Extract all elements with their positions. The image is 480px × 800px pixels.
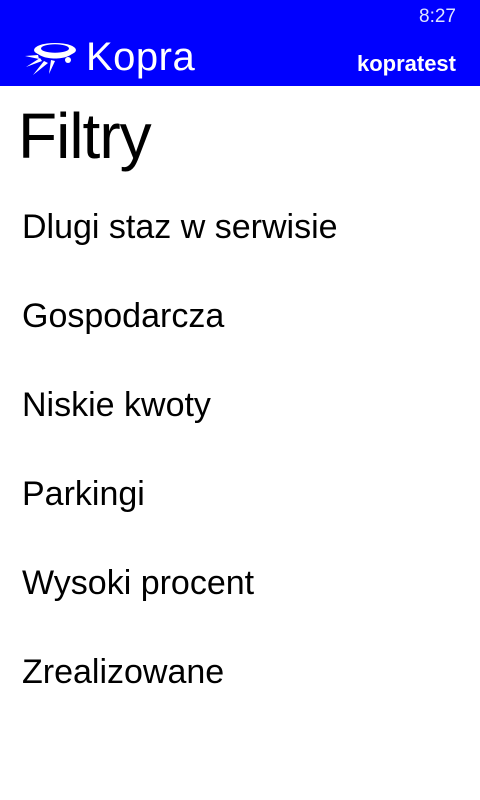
filter-list: Dlugi staz w serwisie Gospodarcza Niskie…: [0, 200, 480, 734]
filter-label: Parkingi: [22, 475, 145, 513]
filter-item-zrealizowane[interactable]: Zrealizowane: [0, 645, 480, 734]
filter-item-dlugi-staz-w-serwisie[interactable]: Dlugi staz w serwisie: [0, 200, 480, 289]
filter-label: Dlugi staz w serwisie: [22, 208, 338, 246]
app-brand: Kopra: [24, 32, 195, 82]
filter-item-wysoki-procent[interactable]: Wysoki procent: [0, 556, 480, 645]
filter-label: Zrealizowane: [22, 653, 225, 691]
app-header: 8:27 Kopra kopratest: [0, 0, 480, 86]
filter-item-parkingi[interactable]: Parkingi: [0, 467, 480, 556]
filter-label: Gospodarcza: [22, 297, 225, 335]
username-label: kopratest: [356, 51, 456, 76]
filter-item-niskie-kwoty[interactable]: Niskie kwoty: [0, 378, 480, 467]
app-title: Kopra: [86, 35, 196, 79]
filter-label: Niskie kwoty: [22, 386, 211, 424]
kopra-logo-icon: [25, 43, 76, 75]
filter-item-gospodarcza[interactable]: Gospodarcza: [0, 289, 480, 378]
page-title: Filtry: [18, 100, 152, 172]
status-time: 8:27: [419, 6, 456, 27]
filter-label: Wysoki procent: [22, 564, 255, 602]
